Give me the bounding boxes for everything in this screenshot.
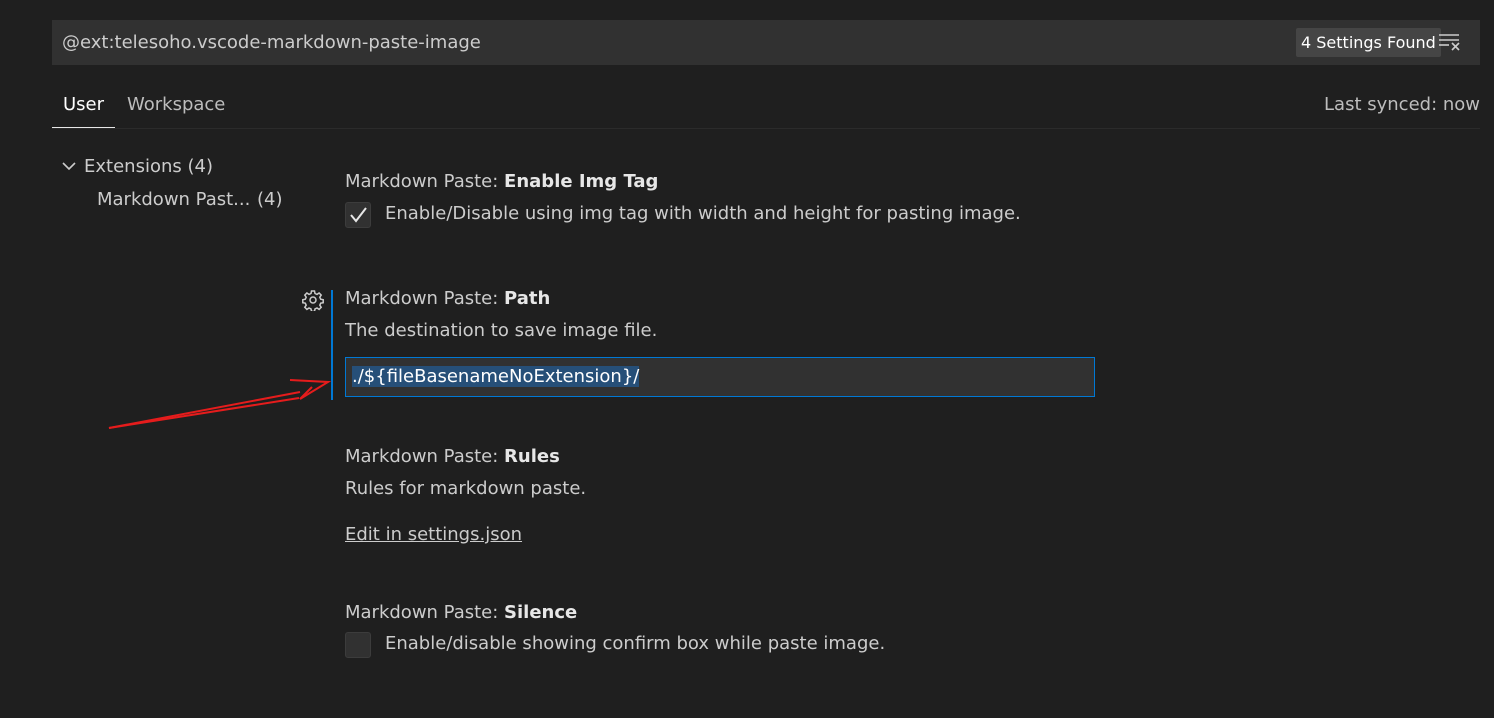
chevron-down-icon bbox=[60, 157, 78, 175]
setting-silence: Markdown Paste: Silence bbox=[345, 600, 577, 626]
setting-description: Enable/disable showing confirm box while… bbox=[385, 633, 886, 654]
sync-status: Last synced: now bbox=[1324, 94, 1480, 115]
settings-scope-tabs: User Workspace Last synced: now bbox=[52, 82, 1480, 129]
setting-description: Enable/Disable using img tag with width … bbox=[385, 203, 1021, 224]
setting-title: Markdown Paste: Enable Img Tag bbox=[345, 171, 659, 192]
setting-description: The destination to save image file. bbox=[345, 320, 658, 341]
tabs-divider bbox=[52, 128, 1480, 129]
toc-item-count: (4) bbox=[257, 189, 283, 210]
path-input[interactable]: ./${fileBasenameNoExtension}/ bbox=[345, 357, 1095, 397]
enable-img-tag-checkbox[interactable] bbox=[345, 202, 371, 228]
setting-title: Markdown Paste: Rules bbox=[345, 446, 560, 467]
gear-icon[interactable] bbox=[302, 289, 324, 313]
settings-editor: @ext:telesoho.vscode-markdown-paste-imag… bbox=[0, 0, 1494, 718]
setting-description: Rules for markdown paste. bbox=[345, 478, 587, 499]
search-input[interactable]: @ext:telesoho.vscode-markdown-paste-imag… bbox=[62, 20, 1262, 65]
setting-rules: Markdown Paste: Rules Rules for markdown… bbox=[345, 444, 586, 548]
toc-item-markdown-paste[interactable]: Markdown Past... (4) bbox=[97, 187, 287, 213]
tab-workspace[interactable]: Workspace bbox=[127, 82, 225, 127]
annotation-arrow-icon bbox=[108, 379, 332, 429]
settings-count-badge: 4 Settings Found bbox=[1296, 28, 1441, 57]
setting-enable-img-tag: Markdown Paste: Enable Img Tag bbox=[345, 169, 658, 195]
checkmark-icon bbox=[350, 207, 367, 223]
toc-group-label: Extensions (4) bbox=[84, 156, 213, 177]
setting-title: Markdown Paste: Path bbox=[345, 288, 551, 309]
toc-item-label: Markdown Past... bbox=[97, 189, 251, 210]
tab-user[interactable]: User bbox=[52, 82, 115, 127]
clear-filter-icon[interactable] bbox=[1437, 31, 1463, 53]
setting-path: Markdown Paste: Path The destination to … bbox=[345, 286, 657, 344]
selected-text: ./${fileBasenameNoExtension}/ bbox=[352, 366, 640, 387]
settings-search-bar[interactable]: @ext:telesoho.vscode-markdown-paste-imag… bbox=[52, 20, 1480, 65]
toc-group-extensions[interactable]: Extensions (4) bbox=[60, 154, 213, 180]
setting-title: Markdown Paste: Silence bbox=[345, 602, 578, 623]
silence-checkbox[interactable] bbox=[345, 632, 371, 658]
edit-in-settings-json-link[interactable]: Edit in settings.json bbox=[345, 522, 586, 548]
